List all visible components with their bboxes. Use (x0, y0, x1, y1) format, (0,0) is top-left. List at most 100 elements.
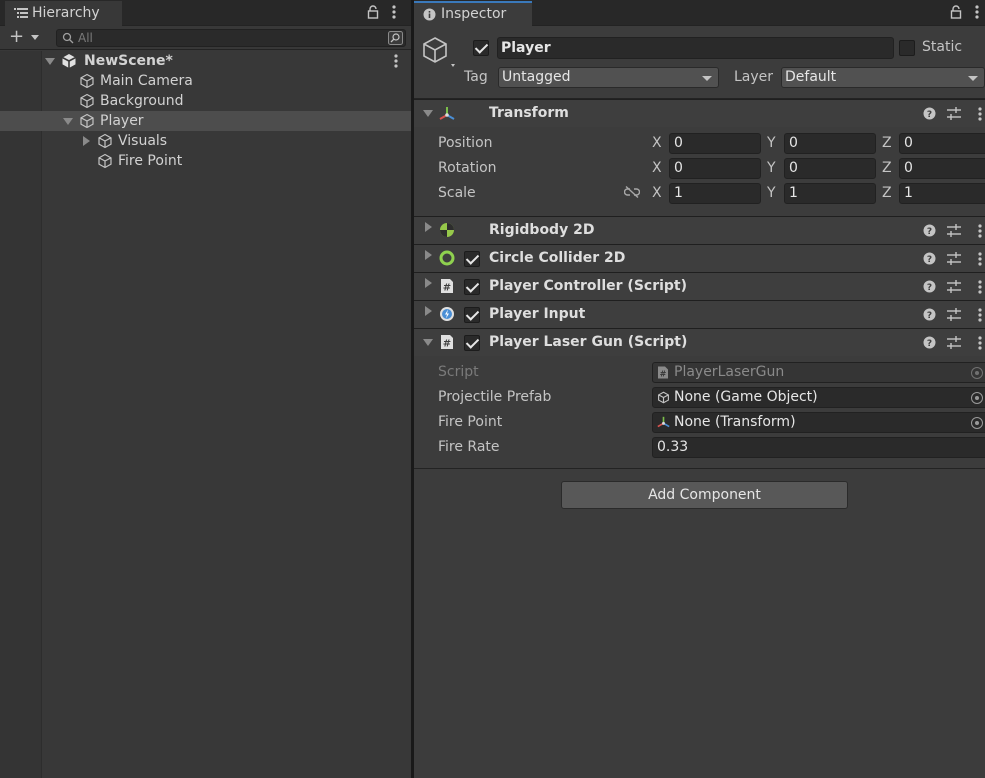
kebab-menu-icon[interactable] (977, 106, 983, 126)
help-icon[interactable]: ? (923, 224, 936, 241)
lock-icon[interactable] (367, 5, 379, 23)
playercontroller-header[interactable]: # Player Controller (Script) ? (414, 272, 985, 300)
add-component-button[interactable]: Add Component (561, 481, 848, 509)
collapse-arrow-icon[interactable] (423, 110, 433, 117)
list-item-label: Fire Point (118, 153, 183, 169)
object-name-field[interactable]: Player (497, 37, 894, 59)
kebab-menu-icon[interactable] (977, 307, 983, 327)
component-enabled-checkbox[interactable] (464, 335, 480, 351)
active-checkbox[interactable] (473, 40, 489, 56)
layer-dropdown[interactable]: Default (781, 67, 985, 88)
list-item[interactable]: Background (0, 91, 411, 111)
expand-arrow-icon[interactable] (63, 118, 73, 125)
kebab-menu-icon[interactable] (977, 335, 983, 355)
component-title: Rigidbody 2D (489, 222, 595, 238)
rotation-x-field[interactable]: 0 (669, 158, 761, 179)
projectile-prefab-field[interactable]: None (Game Object) (652, 387, 985, 408)
help-icon[interactable]: ? (923, 252, 936, 269)
tab-hierarchy[interactable]: Hierarchy (5, 1, 122, 26)
position-x-field[interactable]: 0 (669, 133, 761, 154)
gameobject-cube-icon[interactable] (422, 36, 458, 76)
tag-label: Tag (464, 69, 488, 85)
playerinput-header[interactable]: Player Input ? (414, 300, 985, 328)
rotation-y-field[interactable]: 0 (784, 158, 876, 179)
expand-arrow-icon[interactable] (425, 278, 432, 288)
tag-dropdown[interactable]: Untagged (498, 67, 719, 88)
preset-sliders-icon[interactable] (947, 280, 961, 297)
list-item[interactable]: Fire Point (0, 151, 411, 171)
list-item-selected[interactable]: Player (0, 111, 411, 131)
axis-x-label: X (652, 135, 662, 151)
position-label: Position (438, 135, 493, 151)
axis-z-label: Z (882, 135, 892, 151)
preset-sliders-icon[interactable] (947, 252, 961, 269)
scene-row[interactable]: NewScene* (0, 51, 411, 71)
fire-point-field[interactable]: None (Transform) (652, 412, 985, 433)
circle-collider-icon (439, 250, 455, 270)
static-checkbox[interactable] (899, 40, 915, 56)
component-enabled-checkbox[interactable] (464, 307, 480, 323)
axis-x-label: X (652, 185, 662, 201)
preset-sliders-icon[interactable] (947, 107, 961, 124)
list-item[interactable]: Visuals (0, 131, 411, 151)
expand-arrow-icon[interactable] (425, 306, 432, 316)
axis-x-label: X (652, 160, 662, 176)
chevron-down-icon (968, 76, 978, 81)
kebab-menu-icon[interactable] (391, 4, 397, 24)
help-icon[interactable]: ? (923, 107, 936, 124)
info-icon (423, 8, 436, 25)
rotation-z-field[interactable]: 0 (899, 158, 985, 179)
lock-icon[interactable] (950, 5, 962, 23)
circlecollider2d-header[interactable]: Circle Collider 2D ? (414, 244, 985, 272)
position-y-field[interactable]: 0 (784, 133, 876, 154)
search-field[interactable] (56, 29, 406, 47)
object-picker-icon[interactable] (971, 392, 983, 404)
preset-sliders-icon[interactable] (947, 308, 961, 325)
hierarchy-tab-bar: Hierarchy (0, 0, 411, 26)
layer-value: Default (785, 69, 837, 85)
gameobject-header: Player Static Tag Untagged Layer Default (414, 26, 985, 99)
axis-y-label: Y (767, 185, 776, 201)
scale-x-field[interactable]: 1 (669, 183, 761, 204)
expand-arrow-icon[interactable] (425, 222, 432, 232)
help-icon[interactable]: ? (923, 280, 936, 297)
kebab-menu-icon[interactable] (977, 251, 983, 271)
rigidbody2d-header[interactable]: Rigidbody 2D ? (414, 216, 985, 244)
script-label: Script (438, 364, 479, 380)
inspector-panel: Inspector Player Static Tag Untagged Lay… (414, 0, 985, 778)
kebab-menu-icon[interactable] (974, 4, 980, 24)
preset-sliders-icon[interactable] (947, 336, 961, 353)
kebab-menu-icon[interactable] (977, 279, 983, 299)
playerlasergun-header[interactable]: # Player Laser Gun (Script) ? (414, 328, 985, 356)
help-icon[interactable]: ? (923, 336, 936, 353)
scale-z-field[interactable]: 1 (899, 183, 985, 204)
unlinked-chain-icon[interactable] (623, 185, 641, 202)
kebab-menu-icon[interactable] (977, 223, 983, 243)
tab-inspector[interactable]: Inspector (414, 1, 532, 26)
preset-sliders-icon[interactable] (947, 224, 961, 241)
expand-arrow-icon[interactable] (425, 250, 432, 260)
transform-header[interactable]: Transform ? (414, 99, 985, 127)
position-z-field[interactable]: 0 (899, 133, 985, 154)
list-item-label: Player (100, 113, 144, 129)
rotation-label: Rotation (438, 160, 497, 176)
object-picker-icon[interactable] (971, 417, 983, 429)
tag-value: Untagged (502, 69, 571, 85)
list-item[interactable]: Main Camera (0, 71, 411, 91)
search-input[interactable] (78, 30, 378, 46)
search-filter-icon[interactable] (388, 31, 403, 49)
hierarchy-panel: Hierarchy + Ne (0, 0, 411, 778)
expand-arrow-icon[interactable] (45, 58, 55, 65)
list-item-label: Background (100, 93, 184, 109)
component-enabled-checkbox[interactable] (464, 251, 480, 267)
help-icon[interactable]: ? (923, 308, 936, 325)
svg-text:?: ? (927, 283, 932, 293)
collapse-arrow-icon[interactable] (83, 136, 90, 146)
create-button[interactable]: + (9, 28, 45, 47)
collapse-arrow-icon[interactable] (423, 339, 433, 346)
inspector-tab-label: Inspector (441, 6, 507, 22)
fire-rate-label: Fire Rate (438, 439, 500, 455)
scale-y-field[interactable]: 1 (784, 183, 876, 204)
fire-rate-field[interactable]: 0.33 (652, 437, 985, 458)
component-enabled-checkbox[interactable] (464, 279, 480, 295)
